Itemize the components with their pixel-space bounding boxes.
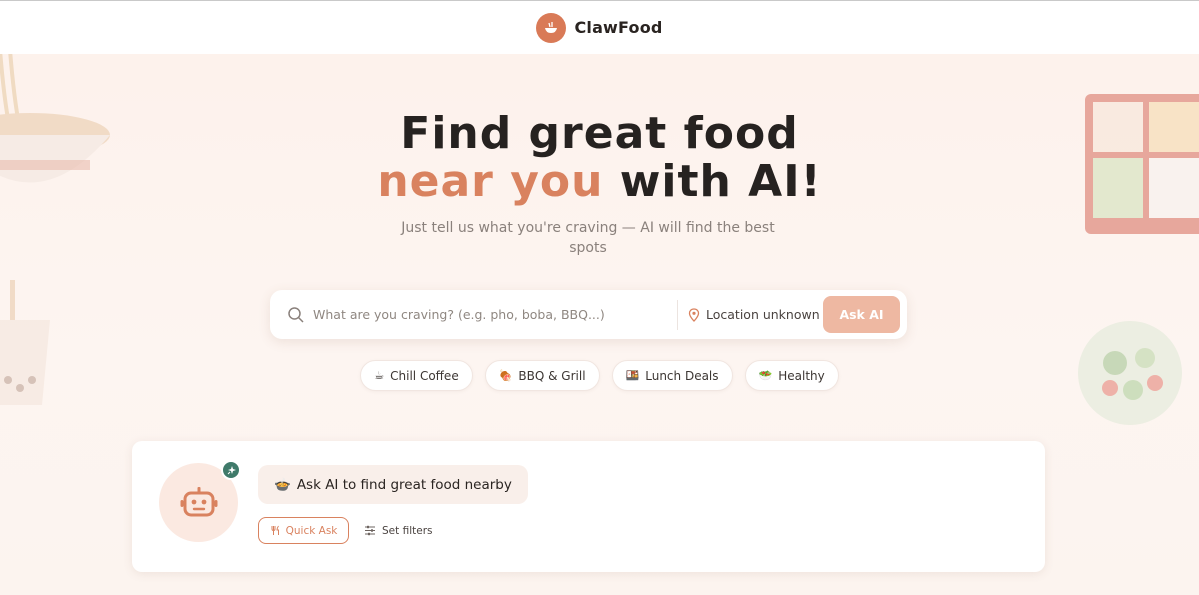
location-selector[interactable]: Location unknown <box>688 307 820 322</box>
chip-label: BBQ & Grill <box>518 368 586 383</box>
sparkle-icon <box>221 460 241 480</box>
meat-icon: 🍖 <box>498 369 513 382</box>
search-bar: Location unknown Ask AI <box>270 290 907 339</box>
chip-bbq-grill[interactable]: 🍖 BBQ & Grill <box>484 360 600 391</box>
search-divider <box>677 299 678 330</box>
search-icon <box>288 306 304 323</box>
hero-title-line2: near you with AI! <box>0 156 1199 207</box>
hero-subtitle: Just tell us what you're craving — AI wi… <box>401 220 775 256</box>
sliders-icon <box>365 525 375 536</box>
bowl-logo-icon[interactable] <box>536 12 567 43</box>
chip-healthy[interactable]: 🥗 Healthy <box>744 360 839 391</box>
chip-label: Lunch Deals <box>645 368 719 383</box>
hero-title-line1: Find great food <box>400 108 799 159</box>
coffee-icon: ☕ <box>374 369 385 382</box>
assistant-prompt-text: Ask AI to find great food nearby <box>296 476 512 493</box>
suggestion-chips: ☕ Chill Coffee 🍖 BBQ & Grill 🍱 Lunch Dea… <box>0 360 1199 391</box>
quick-ask-button[interactable]: Quick Ask <box>258 517 349 544</box>
utensils-icon <box>271 525 279 535</box>
salad-icon: 🥗 <box>758 369 773 382</box>
chip-label: Chill Coffee <box>390 368 459 383</box>
ask-ai-button[interactable]: Ask AI <box>823 296 900 333</box>
bento-icon: 🍱 <box>625 369 640 382</box>
brand-name[interactable]: ClawFood <box>574 18 662 37</box>
set-filters-label: Set filters <box>382 524 433 537</box>
page: ClawFood Find great food near you with A… <box>0 0 1199 595</box>
set-filters-button[interactable]: Set filters <box>364 517 432 544</box>
quick-ask-label: Quick Ask <box>285 524 338 537</box>
chip-chill-coffee[interactable]: ☕ Chill Coffee <box>360 360 473 391</box>
assistant-prompt-bubble: 🍲 Ask AI to find great food nearby <box>258 465 528 504</box>
assistant-card: 🍲 Ask AI to find great food nearby Quick… <box>132 441 1045 572</box>
pot-icon: 🍲 <box>274 476 291 493</box>
chip-label: Healthy <box>778 368 825 383</box>
location-pin-icon <box>688 307 700 322</box>
hero-rest-text: with AI! <box>619 156 822 207</box>
location-label: Location unknown <box>706 307 820 322</box>
search-input[interactable] <box>313 307 668 322</box>
top-bar: ClawFood <box>0 0 1199 54</box>
robot-icon <box>180 486 217 516</box>
hero-accent-text: near you <box>377 156 604 207</box>
chip-lunch-deals[interactable]: 🍱 Lunch Deals <box>611 360 733 391</box>
